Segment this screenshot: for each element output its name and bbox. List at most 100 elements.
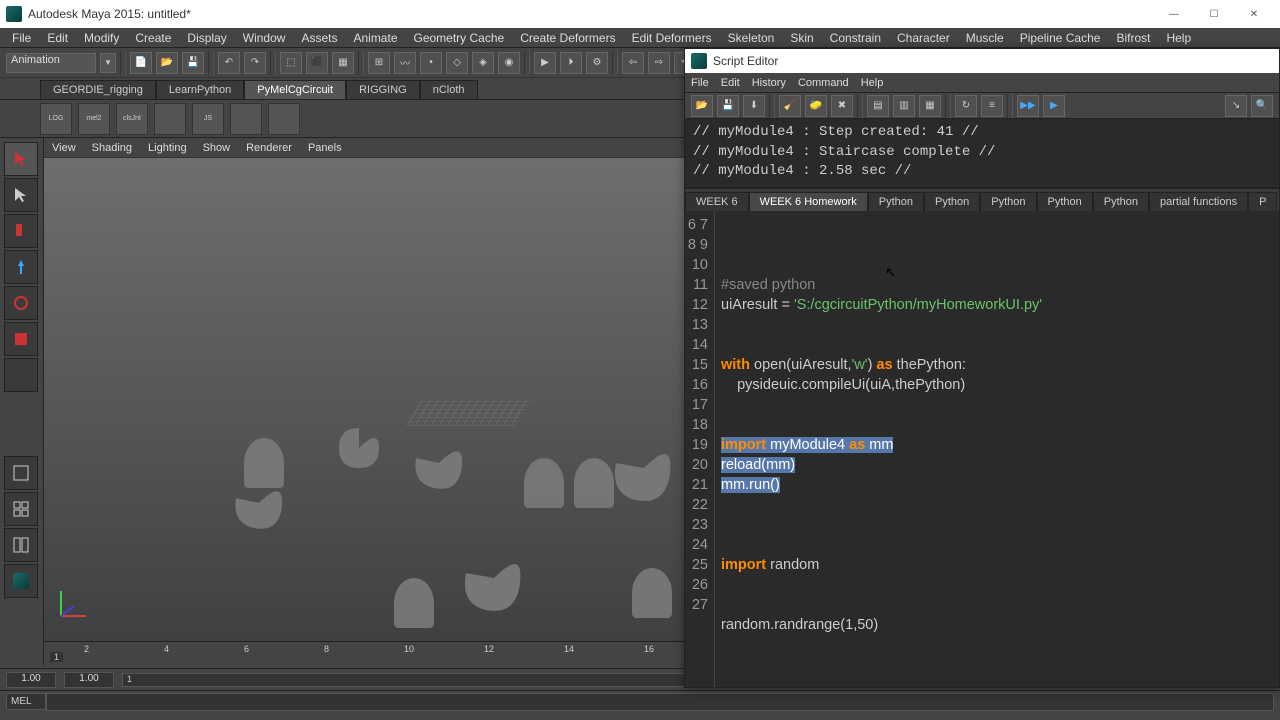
se-menu-command[interactable]: Command bbox=[798, 77, 849, 89]
menu-help[interactable]: Help bbox=[1158, 29, 1199, 47]
search-icon[interactable]: 🔍 bbox=[1251, 95, 1273, 117]
menu-animate[interactable]: Animate bbox=[345, 29, 405, 47]
vp-menu-lighting[interactable]: Lighting bbox=[148, 142, 187, 154]
paint-select-tool[interactable] bbox=[4, 214, 38, 248]
script-tab[interactable]: Python bbox=[1093, 192, 1149, 211]
minimize-button[interactable]: — bbox=[1154, 4, 1194, 24]
open-script-icon[interactable]: 📂 bbox=[691, 95, 713, 117]
scale-tool[interactable] bbox=[4, 322, 38, 356]
shelf-tab-geordie_rigging[interactable]: GEORDIE_rigging bbox=[40, 80, 156, 99]
clear-input-icon[interactable]: 🧽 bbox=[805, 95, 827, 117]
save-script-icon[interactable]: 💾 bbox=[717, 95, 739, 117]
layout-custom-icon[interactable] bbox=[4, 528, 38, 562]
snap-view-icon[interactable]: ◉ bbox=[498, 52, 520, 74]
menu-muscle[interactable]: Muscle bbox=[958, 29, 1012, 47]
menu-skin[interactable]: Skin bbox=[782, 29, 821, 47]
vp-menu-renderer[interactable]: Renderer bbox=[246, 142, 292, 154]
script-tab[interactable]: WEEK 6 Homework bbox=[749, 192, 868, 211]
execute-all-icon[interactable]: ▶▶ bbox=[1017, 95, 1039, 117]
render-icon[interactable]: ▶ bbox=[534, 52, 556, 74]
menu-display[interactable]: Display bbox=[179, 29, 234, 47]
shelf-button[interactable]: JS bbox=[192, 103, 224, 135]
menu-create[interactable]: Create bbox=[127, 29, 179, 47]
shelf-button[interactable] bbox=[268, 103, 300, 135]
snap-point-icon[interactable]: • bbox=[420, 52, 442, 74]
outputs-icon[interactable]: ⇨ bbox=[648, 52, 670, 74]
se-menu-file[interactable]: File bbox=[691, 77, 709, 89]
maya-home-icon[interactable] bbox=[4, 564, 38, 598]
script-tab[interactable]: Python bbox=[1037, 192, 1093, 211]
shelf-button[interactable] bbox=[230, 103, 262, 135]
menu-set-arrow-icon[interactable]: ▼ bbox=[100, 53, 116, 73]
vp-menu-shading[interactable]: Shading bbox=[92, 142, 132, 154]
command-input[interactable] bbox=[46, 693, 1274, 711]
undo-icon[interactable]: ↶ bbox=[218, 52, 240, 74]
menu-window[interactable]: Window bbox=[235, 29, 294, 47]
menu-constrain[interactable]: Constrain bbox=[822, 29, 889, 47]
redo-icon[interactable]: ↷ bbox=[244, 52, 266, 74]
save-scene-icon[interactable]: 💾 bbox=[182, 52, 204, 74]
clear-history-icon[interactable]: 🧹 bbox=[779, 95, 801, 117]
select-component-icon[interactable]: ▦ bbox=[332, 52, 354, 74]
script-tab[interactable]: Python bbox=[868, 192, 924, 211]
code-body[interactable]: ↖ #saved python uiAresult = 'S:/cgcircui… bbox=[715, 211, 1279, 687]
se-menu-help[interactable]: Help bbox=[861, 77, 884, 89]
script-tab[interactable]: WEEK 6 bbox=[685, 192, 749, 211]
script-tab[interactable]: Python bbox=[980, 192, 1036, 211]
inputs-icon[interactable]: ⇦ bbox=[622, 52, 644, 74]
show-input-icon[interactable]: ▥ bbox=[893, 95, 915, 117]
shelf-button[interactable]: mel2 bbox=[78, 103, 110, 135]
select-object-icon[interactable]: ⬛ bbox=[306, 52, 328, 74]
go-to-line-icon[interactable]: ↘ bbox=[1225, 95, 1247, 117]
script-tab[interactable]: partial functions bbox=[1149, 192, 1248, 211]
se-menu-edit[interactable]: Edit bbox=[721, 77, 740, 89]
select-hierarchy-icon[interactable]: ⬚ bbox=[280, 52, 302, 74]
move-tool[interactable] bbox=[4, 250, 38, 284]
range-start[interactable]: 1.00 bbox=[6, 672, 56, 688]
snap-live-icon[interactable]: ◈ bbox=[472, 52, 494, 74]
shelf-button[interactable] bbox=[154, 103, 186, 135]
script-output-pane[interactable]: // myModule4 : Step created: 41 // // my… bbox=[685, 119, 1279, 189]
menu-file[interactable]: File bbox=[4, 29, 39, 47]
menu-modify[interactable]: Modify bbox=[76, 29, 127, 47]
shelf-button[interactable]: clsJnt bbox=[116, 103, 148, 135]
vp-menu-show[interactable]: Show bbox=[203, 142, 231, 154]
execute-icon[interactable]: ▶ bbox=[1043, 95, 1065, 117]
ipr-icon[interactable]: ⏵ bbox=[560, 52, 582, 74]
new-scene-icon[interactable]: 📄 bbox=[130, 52, 152, 74]
layout-four-icon[interactable] bbox=[4, 492, 38, 526]
shelf-tab-learnpython[interactable]: LearnPython bbox=[156, 80, 244, 99]
range-start-b[interactable]: 1.00 bbox=[64, 672, 114, 688]
close-button[interactable]: ✕ bbox=[1234, 4, 1274, 24]
menu-bifrost[interactable]: Bifrost bbox=[1108, 29, 1158, 47]
snap-curve-icon[interactable]: 〰 bbox=[394, 52, 416, 74]
maximize-button[interactable]: ☐ bbox=[1194, 4, 1234, 24]
select-tool[interactable] bbox=[4, 142, 38, 176]
menu-character[interactable]: Character bbox=[889, 29, 958, 47]
shelf-tab-rigging[interactable]: RIGGING bbox=[346, 80, 420, 99]
menu-assets[interactable]: Assets bbox=[293, 29, 345, 47]
vp-menu-view[interactable]: View bbox=[52, 142, 76, 154]
layout-single-icon[interactable] bbox=[4, 456, 38, 490]
menu-edit[interactable]: Edit bbox=[39, 29, 76, 47]
menu-skeleton[interactable]: Skeleton bbox=[720, 29, 783, 47]
line-numbers-icon[interactable]: ≡ bbox=[981, 95, 1003, 117]
show-both-icon[interactable]: ▦ bbox=[919, 95, 941, 117]
snap-grid-icon[interactable]: ⊞ bbox=[368, 52, 390, 74]
save-to-shelf-icon[interactable]: ⬇ bbox=[743, 95, 765, 117]
shelf-button[interactable]: LOG bbox=[40, 103, 72, 135]
menu-edit-deformers[interactable]: Edit Deformers bbox=[624, 29, 720, 47]
menu-pipeline-cache[interactable]: Pipeline Cache bbox=[1012, 29, 1109, 47]
shelf-tab-pymelcgcircuit[interactable]: PyMelCgCircuit bbox=[244, 80, 346, 99]
menu-geometry-cache[interactable]: Geometry Cache bbox=[406, 29, 513, 47]
clear-all-icon[interactable]: ✖ bbox=[831, 95, 853, 117]
script-code-pane[interactable]: 6 7 8 9 10 11 12 13 14 15 16 17 18 19 20… bbox=[685, 211, 1279, 687]
vp-menu-panels[interactable]: Panels bbox=[308, 142, 342, 154]
show-history-icon[interactable]: ▤ bbox=[867, 95, 889, 117]
command-language-label[interactable]: MEL bbox=[6, 693, 46, 710]
script-tab[interactable]: P bbox=[1248, 192, 1277, 211]
script-tab[interactable]: Python bbox=[924, 192, 980, 211]
open-scene-icon[interactable]: 📂 bbox=[156, 52, 178, 74]
menu-create-deformers[interactable]: Create Deformers bbox=[512, 29, 623, 47]
se-menu-history[interactable]: History bbox=[752, 77, 786, 89]
